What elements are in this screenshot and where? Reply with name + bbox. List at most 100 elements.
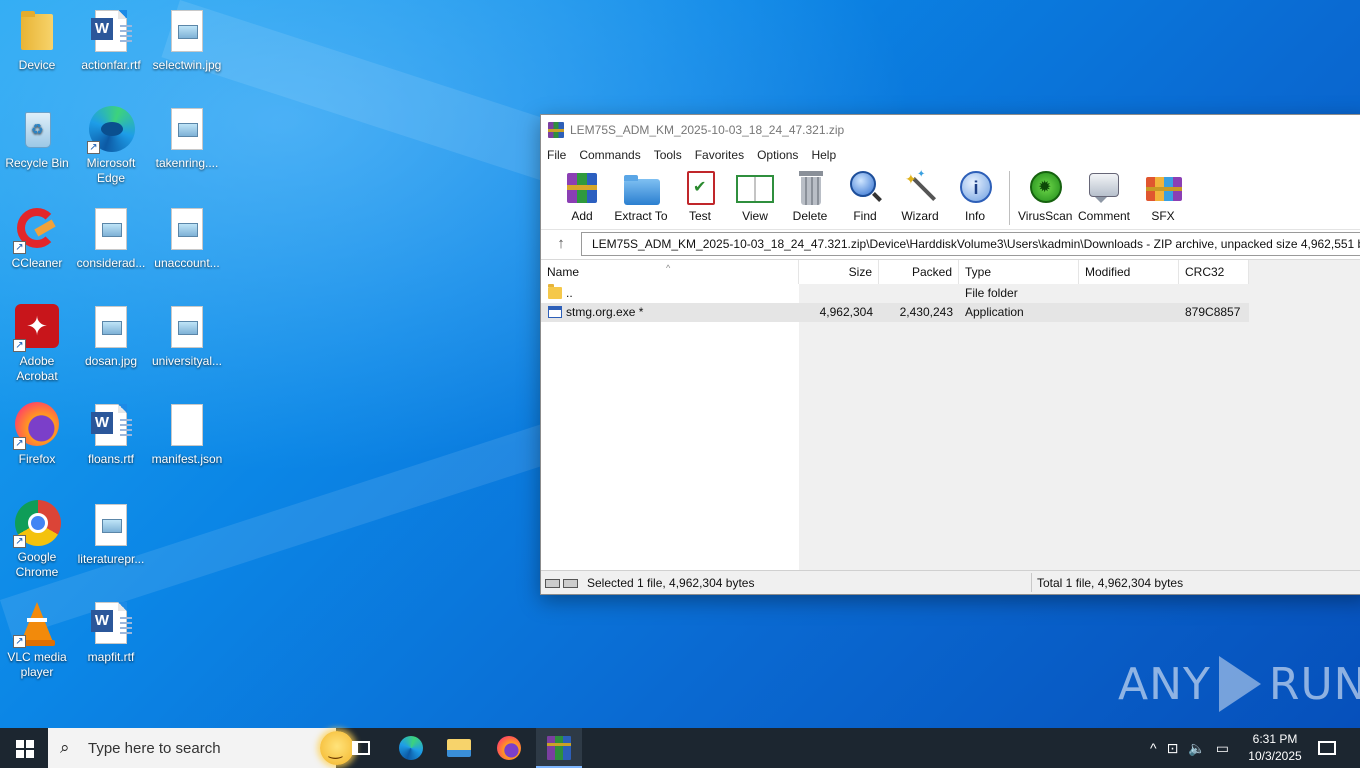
image-file-icon — [163, 106, 211, 154]
desktop-icon-dosan-jpg[interactable]: dosan.jpg — [74, 304, 148, 369]
menu-favorites[interactable]: Favorites — [695, 148, 744, 162]
desktop-icon-adobe-acrobat[interactable]: ✦ ↗ Adobe Acrobat — [0, 304, 74, 384]
column-crc32-label: CRC32 — [1185, 265, 1225, 279]
clock-time: 6:31 PM — [1252, 732, 1298, 746]
sfx-label: SFX — [1151, 209, 1175, 223]
desktop-icon-universityal[interactable]: universityal... — [150, 304, 224, 369]
desktop-icon-takenring[interactable]: takenring.... — [150, 106, 224, 171]
desktop-icon-considerad[interactable]: considerad... — [74, 206, 148, 271]
column-modified-label: Modified — [1085, 265, 1131, 279]
column-header-packed[interactable]: Packed — [879, 260, 959, 284]
info-button[interactable]: i Info — [948, 169, 1002, 223]
status-divider — [1031, 573, 1032, 592]
menu-tools[interactable]: Tools — [654, 148, 682, 162]
blank-file-icon — [163, 402, 211, 450]
delete-label: Delete — [792, 209, 828, 223]
notification-icon — [1318, 741, 1336, 755]
image-file-icon — [87, 206, 135, 254]
menu-options[interactable]: Options — [757, 148, 798, 162]
watermark-right-text: RUN — [1268, 658, 1360, 710]
table-row[interactable]: stmg.org.exe * 4,962,304 2,430,243 Appli… — [541, 303, 1249, 322]
test-button[interactable]: ✔ Test — [673, 169, 727, 223]
taskbar-clock[interactable]: 6:31 PM 10/3/2025 — [1242, 731, 1308, 765]
desktop-icon-floans-rtf[interactable]: W floans.rtf — [74, 402, 148, 467]
desktop-icon-label: VLC media player — [7, 650, 67, 679]
file-list[interactable]: Name ^ Size Packed Type Modified CRC32 ..… — [541, 259, 1360, 571]
word-document-icon: W — [87, 8, 135, 56]
desktop-icon-microsoft-edge[interactable]: ↗ Microsoft Edge — [74, 106, 148, 186]
add-button[interactable]: Add — [555, 169, 609, 223]
image-file-icon — [163, 304, 211, 352]
folder-icon — [548, 284, 562, 299]
window-title: LEM75S_ADM_KM_2025-10-03_18_24_47.321.zi… — [570, 123, 845, 137]
menu-commands[interactable]: Commands — [579, 148, 640, 162]
up-arrow-icon[interactable]: ↑ — [541, 235, 581, 252]
column-header-type[interactable]: Type — [959, 260, 1079, 284]
window-titlebar[interactable]: LEM75S_ADM_KM_2025-10-03_18_24_47.321.zi… — [541, 115, 1360, 145]
desktop-icon-literaturepr[interactable]: literaturepr... — [74, 502, 148, 567]
speaker-icon[interactable]: 🔈 — [1188, 740, 1205, 757]
desktop-icon-device[interactable]: Device — [0, 8, 74, 73]
menu-file[interactable]: File — [547, 148, 566, 162]
taskbar-firefox[interactable] — [486, 728, 532, 768]
extract-to-label: Extract To — [614, 209, 668, 223]
network-icon[interactable]: ▭ — [1216, 740, 1229, 757]
shortcut-arrow-icon: ↗ — [13, 339, 26, 352]
taskbar-winrar[interactable] — [536, 728, 582, 768]
magnifier-icon — [846, 169, 884, 207]
find-button[interactable]: Find — [838, 169, 892, 223]
shortcut-arrow-icon: ↗ — [13, 437, 26, 450]
shortcut-arrow-icon: ↗ — [13, 241, 26, 254]
desktop-icon-selectwin-jpg[interactable]: selectwin.jpg — [150, 8, 224, 73]
desktop-icon-vlc[interactable]: ↗ VLC media player — [0, 600, 74, 680]
row-name: .. — [548, 284, 573, 303]
trash-icon — [791, 169, 829, 207]
extract-folder-icon — [622, 169, 660, 207]
column-header-crc32[interactable]: CRC32 — [1179, 260, 1249, 284]
menu-bar: File Commands Tools Favorites Options He… — [541, 145, 1360, 165]
desktop-icon-firefox[interactable]: ↗ Firefox — [0, 402, 74, 467]
column-header-name[interactable]: Name ^ — [541, 260, 799, 284]
search-placeholder: Type here to search — [88, 740, 221, 757]
notification-button[interactable] — [1318, 728, 1336, 768]
table-row[interactable]: .. File folder — [541, 284, 1249, 303]
sfx-icon — [1144, 169, 1182, 207]
view-label: View — [742, 209, 768, 223]
taskbar-edge[interactable] — [388, 728, 434, 768]
winrar-window[interactable]: LEM75S_ADM_KM_2025-10-03_18_24_47.321.zi… — [540, 114, 1360, 595]
desktop-icon-label: Google Chrome — [15, 550, 59, 579]
anyrun-watermark: ANY RUN — [1118, 656, 1360, 712]
meet-now-icon[interactable]: ⊡ — [1167, 740, 1179, 757]
extract-to-button[interactable]: Extract To — [610, 169, 672, 223]
desktop-icon-manifest-json[interactable]: manifest.json — [150, 402, 224, 467]
wizard-button[interactable]: ✦ ✦ Wizard — [893, 169, 947, 223]
virusscan-button[interactable]: ✹ VirusScan — [1018, 169, 1072, 223]
desktop-icon-recycle-bin[interactable]: ♻ Recycle Bin — [0, 106, 74, 171]
chevron-up-icon[interactable]: ^ — [1150, 740, 1157, 756]
row-packed: 2,430,243 — [899, 305, 953, 319]
sfx-button[interactable]: SFX — [1136, 169, 1190, 223]
desktop-icon-actionfar-rtf[interactable]: W actionfar.rtf — [74, 8, 148, 73]
menu-help[interactable]: Help — [811, 148, 836, 162]
column-header-modified[interactable]: Modified — [1079, 260, 1179, 284]
start-button[interactable] — [0, 728, 48, 768]
ccleaner-icon: ↗ — [13, 206, 61, 254]
desktop-icon-label: Microsoft Edge — [86, 156, 136, 185]
desktop-icon-ccleaner[interactable]: ↗ CCleaner — [0, 206, 74, 271]
desktop-icon-unaccount[interactable]: unaccount... — [150, 206, 224, 271]
task-view-button[interactable] — [338, 728, 384, 768]
file-explorer-icon — [447, 739, 471, 757]
desktop-icon-mapfit-rtf[interactable]: W mapfit.rtf — [74, 600, 148, 665]
archive-path-text: LEM75S_ADM_KM_2025-10-03_18_24_47.321.zi… — [592, 236, 1360, 251]
taskbar-file-explorer[interactable] — [436, 728, 482, 768]
desktop-icon-label: floans.rtf — [87, 452, 135, 466]
desktop-icon-label: considerad... — [76, 256, 146, 270]
comment-button[interactable]: Comment — [1073, 169, 1135, 223]
delete-button[interactable]: Delete — [783, 169, 837, 223]
desktop-icon-google-chrome[interactable]: ↗ Google Chrome — [0, 500, 74, 580]
column-header-size[interactable]: Size — [799, 260, 879, 284]
status-total-text: Total 1 file, 4,962,304 bytes — [1037, 576, 1184, 590]
archive-path-field[interactable]: LEM75S_ADM_KM_2025-10-03_18_24_47.321.zi… — [581, 231, 1360, 256]
taskbar-search-box[interactable]: ⌕ Type here to search — [48, 728, 354, 768]
view-button[interactable]: View — [728, 169, 782, 223]
